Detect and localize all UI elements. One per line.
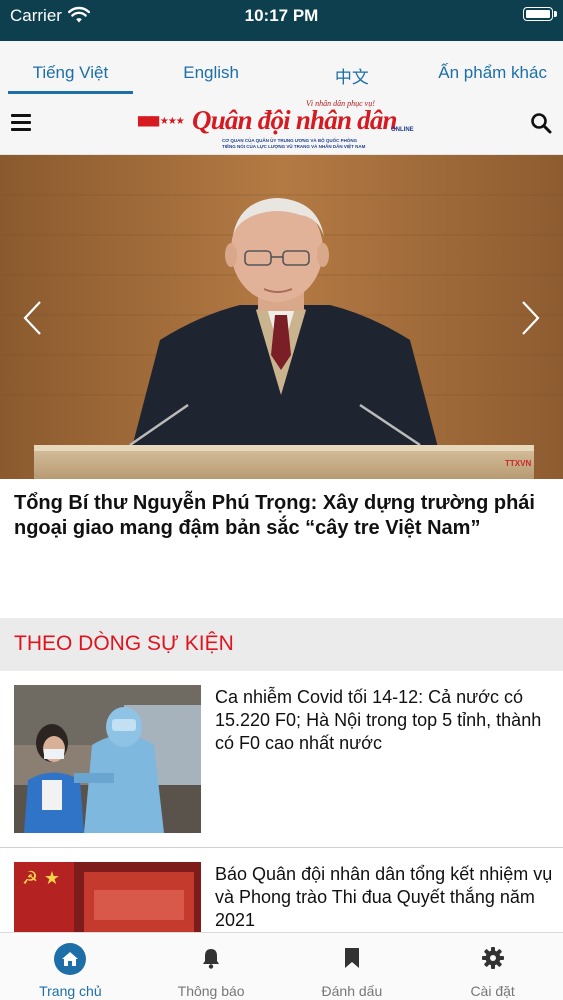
tab-settings[interactable]: Cài đặt xyxy=(422,933,563,1000)
tab-notifications-label: Thông báo xyxy=(177,983,245,999)
home-icon xyxy=(54,943,87,980)
article-item[interactable]: ☭ ★ Báo Quân đội nhân dân tổng kết nhiệm… xyxy=(0,862,563,942)
article-title[interactable]: Báo Quân đội nhân dân tổng kết nhiệm vụ … xyxy=(215,863,555,932)
header-bar: ▇▇▇ ★★★ Vì nhân dân phục vụ! Quân đội nh… xyxy=(0,99,563,155)
logo-online-label: ONLINE xyxy=(391,127,414,133)
carousel-next-arrow-icon[interactable] xyxy=(521,300,541,341)
flags-emblem-icon: ▇▇▇ ★★★ xyxy=(138,116,185,127)
tab-other-publications[interactable]: Ấn phẩm khác xyxy=(422,41,563,99)
featured-photo: TTXVN xyxy=(0,155,563,479)
carousel-prev-arrow-icon[interactable] xyxy=(22,300,42,341)
tab-chinese[interactable]: 中文 xyxy=(282,41,423,99)
tab-tieng-viet[interactable]: Tiếng Việt xyxy=(0,41,141,99)
article-title[interactable]: Ca nhiễm Covid tối 14-12: Cả nước có 15.… xyxy=(215,686,555,755)
svg-text:TTXVN: TTXVN xyxy=(505,459,531,468)
article-item[interactable]: Ca nhiễm Covid tối 14-12: Cả nước có 15.… xyxy=(0,685,563,848)
featured-headline[interactable]: Tổng Bí thư Nguyễn Phú Trọng: Xây dựng t… xyxy=(14,491,554,541)
clock: 10:17 PM xyxy=(244,6,319,25)
logo-title: Quân đội nhân dân xyxy=(192,105,398,135)
tab-english[interactable]: English xyxy=(141,41,282,99)
article-thumbnail[interactable]: ☭ ★ xyxy=(14,862,201,942)
language-tabs: Tiếng Việt English 中文 Ấn phẩm khác xyxy=(0,41,563,99)
logo-subline-1: CƠ QUAN CỦA QUÂN ỦY TRUNG ƯƠNG VÀ BỘ QUỐ… xyxy=(222,138,358,143)
tab-settings-label: Cài đặt xyxy=(470,983,515,999)
bell-icon xyxy=(201,947,221,974)
search-icon[interactable] xyxy=(530,112,552,134)
battery-icon xyxy=(523,7,557,21)
svg-text:☭ ★: ☭ ★ xyxy=(22,868,60,889)
article-thumbnail[interactable] xyxy=(14,685,201,833)
section-title: THEO DÒNG SỰ KIỆN xyxy=(14,632,234,655)
site-logo[interactable]: ▇▇▇ ★★★ Vì nhân dân phục vụ! Quân đội nh… xyxy=(138,99,428,152)
status-bar: Carrier 10:17 PM xyxy=(0,0,563,41)
featured-image-carousel[interactable]: TTXVN xyxy=(0,155,563,479)
tab-home[interactable]: Trang chủ xyxy=(0,933,141,1000)
section-header: THEO DÒNG SỰ KIỆN xyxy=(0,618,563,671)
bottom-tab-bar: Trang chủ Thông báo Đánh dấu Cài đặt xyxy=(0,932,563,1000)
tab-bookmarks[interactable]: Đánh dấu xyxy=(282,933,423,1000)
gear-icon xyxy=(481,947,504,974)
bookmark-icon xyxy=(343,947,361,974)
tab-notifications[interactable]: Thông báo xyxy=(141,933,282,1000)
tab-home-label: Trang chủ xyxy=(39,983,102,999)
tab-bookmarks-label: Đánh dấu xyxy=(321,983,383,999)
hamburger-menu-icon[interactable] xyxy=(11,114,31,134)
logo-subline-2: TIẾNG NÓI CỦA LỰC LƯỢNG VŨ TRANG VÀ NHÂN… xyxy=(222,144,366,149)
